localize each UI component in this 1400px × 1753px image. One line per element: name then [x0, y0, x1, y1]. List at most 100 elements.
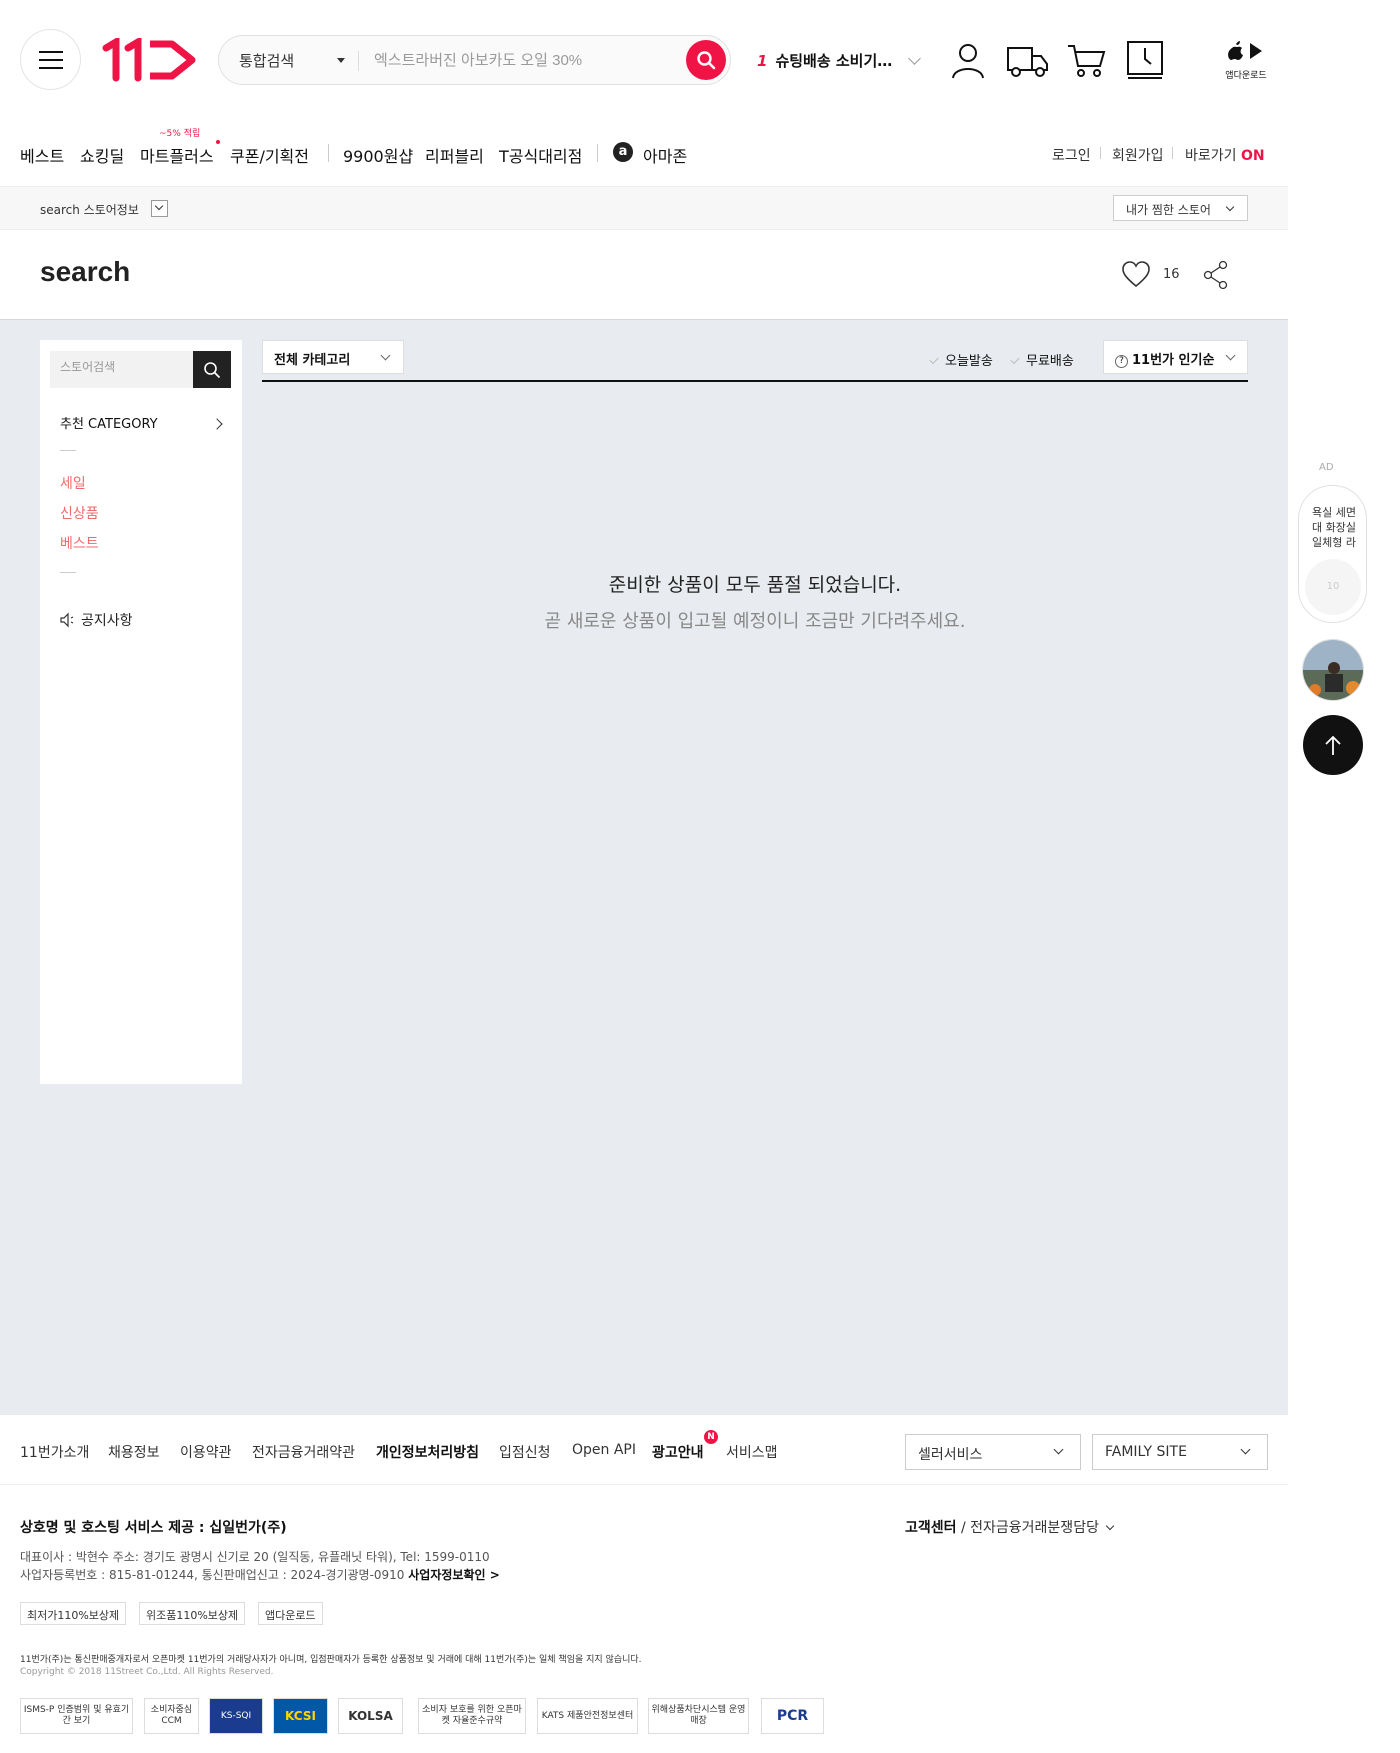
nav-t-official[interactable]: T공식대리점: [499, 143, 582, 167]
login-link[interactable]: 로그인: [1052, 145, 1091, 165]
nav-refurbly[interactable]: 리퍼블리: [425, 143, 484, 167]
sidebar-item-best[interactable]: 베스트: [60, 533, 99, 553]
main-column: 통합검색 1 슈팅배송 소비기… 앱다운로드 베스트 쇼킹딜 ~5% 적립 마트플…: [0, 0, 1288, 1753]
business-info-link[interactable]: 사업자정보확인 >: [408, 1568, 500, 1582]
share-icon[interactable]: [1203, 260, 1229, 290]
footer-link-open-api[interactable]: Open API: [572, 1442, 636, 1458]
category-heading[interactable]: 추천 CATEGORY: [60, 413, 158, 432]
search-input[interactable]: [374, 48, 674, 72]
empty-message: 준비한 상품이 모두 품절 되었습니다. 곧 새로운 상품이 입고될 예정이니 …: [262, 570, 1248, 633]
nav-coupon[interactable]: 쿠폰/기획전: [230, 143, 309, 167]
amazon-icon: a: [613, 142, 633, 162]
search-category[interactable]: 통합검색: [239, 50, 294, 71]
mart-plus-badge: ~5% 적립: [159, 129, 201, 139]
nav-9900-shop[interactable]: 9900원샵: [343, 143, 413, 167]
store-sidebar: 추천 CATEGORY 세일 신상품 베스트 공지사항: [40, 340, 242, 1084]
store-bar: search 스토어정보 내가 찜한 스토어: [0, 187, 1288, 230]
footer-link-privacy[interactable]: 개인정보처리방침: [376, 1442, 479, 1462]
free-ship-filter[interactable]: 무료배송: [1011, 350, 1074, 369]
sort-select[interactable]: ? 11번가 인기순: [1103, 340, 1248, 374]
today-ship-filter[interactable]: 오늘발송: [930, 350, 993, 369]
search-icon: [697, 51, 716, 70]
kolsa-cert[interactable]: KOLSA: [338, 1698, 403, 1734]
nav-mart-plus[interactable]: 마트플러스: [140, 143, 214, 167]
menu-icon: [38, 58, 63, 61]
shortcut-toggle[interactable]: 바로가기 ON: [1185, 145, 1265, 165]
scroll-top-button[interactable]: [1303, 715, 1363, 775]
side-ad-card[interactable]: 욕실 세면대 화장실 일체형 라 10: [1298, 485, 1367, 623]
fav-store-dropdown[interactable]: 내가 찜한 스토어: [1113, 195, 1248, 221]
search-box: 통합검색: [218, 35, 731, 85]
self-regulation-cert[interactable]: 소비자 보호를 위한 오픈마켓 자율준수규약: [418, 1698, 526, 1734]
counterfeit-badge[interactable]: 위조품110%보상제: [139, 1602, 246, 1625]
page: 통합검색 1 슈팅배송 소비기… 앱다운로드 베스트 쇼킹딜 ~5% 적립 마트플…: [0, 0, 1400, 1753]
nav-amazon[interactable]: 아마존: [643, 143, 687, 167]
app-store-icon: [1228, 41, 1262, 60]
menu-button[interactable]: [20, 29, 81, 90]
harmful-product-cert[interactable]: 위해상품차단시스템 운영매장: [648, 1698, 749, 1734]
seller-service-select[interactable]: 셀러서비스: [905, 1434, 1081, 1470]
cs-etc: / 전자금융거래분쟁담당: [956, 1520, 1099, 1536]
rank-text: 슈팅배송 소비기…: [775, 52, 893, 70]
store-title-row: search 16: [0, 230, 1288, 320]
join-link[interactable]: 회원가입: [1112, 145, 1164, 165]
copyright: Copyright © 2018 11Street Co.,Ltd. All R…: [20, 1667, 274, 1677]
shortcut-label: 바로가기: [1185, 148, 1237, 164]
app-download[interactable]: 앱다운로드: [1222, 40, 1270, 81]
category-select[interactable]: 전체 카테고리: [262, 340, 404, 374]
trending-keyword[interactable]: 1 슈팅배송 소비기…: [757, 50, 892, 71]
lowest-price-badge[interactable]: 최저가110%보상제: [20, 1602, 127, 1625]
filter-bar: 전체 카테고리 오늘발송 무료배송 ? 11번가 인기순: [262, 340, 1248, 382]
family-site-select[interactable]: FAMILY SITE: [1092, 1434, 1268, 1470]
delivery-truck-icon[interactable]: [1006, 40, 1050, 80]
footer-link-jobs[interactable]: 채용정보: [108, 1442, 160, 1462]
registration-text: 사업자등록번호 : 815-81-01244, 통신판매업신고 : 2024-경…: [20, 1568, 409, 1582]
logo[interactable]: [102, 38, 200, 82]
store-search-button[interactable]: [193, 351, 231, 388]
store-title: search: [40, 256, 131, 287]
recent-product-thumb[interactable]: [1302, 639, 1364, 701]
heart-icon[interactable]: [1121, 260, 1151, 288]
search-button[interactable]: [686, 40, 726, 80]
footer-link-terms[interactable]: 이용약관: [180, 1442, 232, 1462]
chevron-down-icon: [1105, 1521, 1115, 1531]
shortcut-state: ON: [1240, 148, 1265, 164]
sidebar-item-sale[interactable]: 세일: [60, 473, 86, 493]
app-download-badge[interactable]: 앱다운로드: [258, 1602, 323, 1625]
chevron-right-icon[interactable]: [211, 418, 223, 430]
notice-link[interactable]: 공지사항: [59, 610, 133, 630]
kssqi-cert[interactable]: KS-SQI: [209, 1698, 263, 1734]
divider: [597, 144, 598, 162]
kcsi-cert[interactable]: KCSI: [273, 1698, 328, 1734]
help-icon[interactable]: ?: [1115, 355, 1128, 368]
global-nav: 베스트 쇼킹딜 ~5% 적립 마트플러스 쿠폰/기획전 9900원샵 리퍼블리 …: [0, 120, 1288, 187]
footer-link-about[interactable]: 11번가소개: [20, 1442, 89, 1462]
divider: [1172, 147, 1173, 159]
store-info-toggle[interactable]: [151, 200, 168, 217]
store-search: [50, 351, 231, 388]
pcr-cert[interactable]: PCR: [761, 1698, 824, 1734]
kats-cert[interactable]: KATS 제품안전정보센터: [537, 1698, 638, 1734]
store-search-input[interactable]: [60, 360, 180, 374]
recent-product-image: [1303, 640, 1363, 700]
sidebar-item-new[interactable]: 신상품: [60, 503, 99, 523]
footer-link-sitemap[interactable]: 서비스맵: [726, 1442, 778, 1462]
caret-down-icon[interactable]: [337, 58, 345, 63]
speaker-icon: [60, 612, 74, 628]
recent-clock-icon[interactable]: [1126, 40, 1164, 80]
footer-link-apply[interactable]: 입점신청: [499, 1442, 551, 1462]
divider: [1100, 147, 1101, 159]
ccm-cert[interactable]: 소비자중심 CCM: [144, 1698, 199, 1734]
side-ad-text: 욕실 세면대 화장실 일체형 라: [1312, 506, 1356, 549]
new-dot: [216, 140, 220, 144]
cart-icon[interactable]: [1066, 40, 1106, 80]
nav-shocking-deal[interactable]: 쇼킹딜: [80, 143, 124, 167]
customer-center[interactable]: 고객센터 / 전자금융거래분쟁담당: [905, 1517, 1115, 1537]
footer-link-efinance-terms[interactable]: 전자금융거래약관: [252, 1442, 355, 1462]
footer-link-ads[interactable]: 광고안내: [652, 1442, 704, 1462]
my-page-icon[interactable]: [948, 40, 988, 80]
empty-title: 준비한 상품이 모두 품절 되었습니다.: [608, 574, 902, 596]
chevron-down-icon[interactable]: [908, 52, 921, 65]
nav-best[interactable]: 베스트: [20, 143, 64, 167]
isms-cert[interactable]: ISMS-P 인증범위 및 유효기간 보기: [20, 1698, 133, 1734]
